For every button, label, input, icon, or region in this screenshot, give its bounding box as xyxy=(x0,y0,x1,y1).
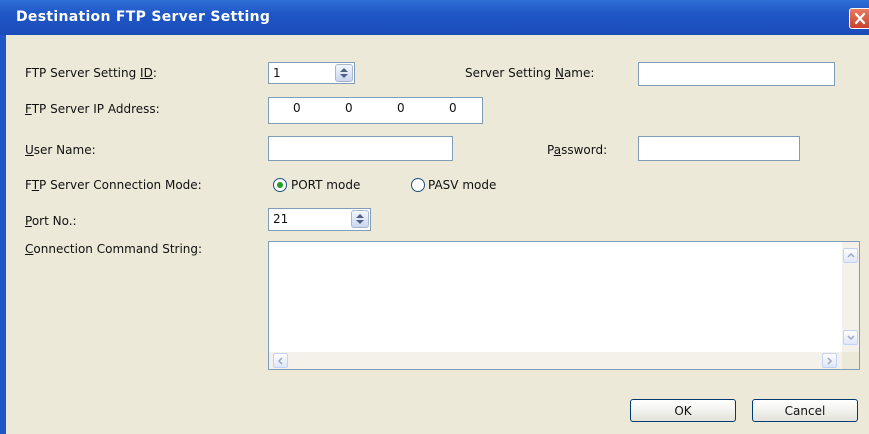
server-name-input[interactable] xyxy=(638,62,835,86)
command-string-label: Connection Command String: xyxy=(25,242,203,256)
ip-address-label: FTP Server IP Address: xyxy=(25,102,160,116)
scroll-right-button[interactable] xyxy=(822,353,837,368)
scrollbar-corner xyxy=(842,352,859,369)
port-number-label: Port No.: xyxy=(25,214,77,228)
ip-address-input[interactable]: 0 0 0 0 xyxy=(268,97,483,124)
vertical-scrollbar[interactable] xyxy=(842,242,859,352)
port-number-value: 21 xyxy=(273,212,289,226)
server-name-label: Server Setting Name: xyxy=(465,66,595,80)
user-name-input[interactable] xyxy=(268,136,453,161)
spin-arrows-icon xyxy=(356,214,364,224)
ip-octet-2[interactable]: 0 xyxy=(345,101,353,115)
user-name-label: User Name: xyxy=(25,143,96,157)
command-string-textarea[interactable] xyxy=(268,241,860,370)
window-title: Destination FTP Server Setting xyxy=(16,9,271,25)
server-id-stepper[interactable]: 1 xyxy=(268,62,355,84)
spin-arrows-icon xyxy=(340,68,348,78)
server-id-value: 1 xyxy=(273,66,281,80)
port-number-stepper[interactable]: 21 xyxy=(268,208,371,231)
port-mode-label[interactable]: PORT mode xyxy=(291,178,360,192)
title-bar: Destination FTP Server Setting xyxy=(0,0,869,35)
close-button[interactable] xyxy=(849,8,869,29)
scroll-down-button[interactable] xyxy=(843,330,858,345)
chevron-up-icon xyxy=(847,252,855,258)
ip-octet-3[interactable]: 0 xyxy=(397,101,405,115)
connection-mode-label: FTP Server Connection Mode: xyxy=(25,178,202,192)
password-input[interactable] xyxy=(638,136,800,161)
horizontal-scrollbar[interactable] xyxy=(269,352,842,369)
cancel-button[interactable]: Cancel xyxy=(752,399,858,422)
server-id-spin-button[interactable] xyxy=(335,64,353,82)
password-label: Password: xyxy=(547,143,608,157)
server-id-label: FTP Server Setting ID: xyxy=(25,66,157,80)
pasv-mode-label[interactable]: PASV mode xyxy=(428,178,496,192)
close-icon xyxy=(854,12,866,25)
chevron-down-icon xyxy=(847,335,855,341)
scroll-up-button[interactable] xyxy=(843,248,858,263)
chevron-right-icon xyxy=(827,357,833,365)
chevron-left-icon xyxy=(277,357,283,365)
port-mode-radio[interactable] xyxy=(273,178,287,192)
port-number-spin-button[interactable] xyxy=(351,210,369,228)
ip-octet-4[interactable]: 0 xyxy=(449,101,457,115)
ok-button[interactable]: OK xyxy=(630,399,736,422)
ip-octet-1[interactable]: 0 xyxy=(293,101,301,115)
pasv-mode-radio[interactable] xyxy=(411,178,425,192)
scroll-left-button[interactable] xyxy=(273,353,288,368)
dialog-body xyxy=(6,35,869,434)
